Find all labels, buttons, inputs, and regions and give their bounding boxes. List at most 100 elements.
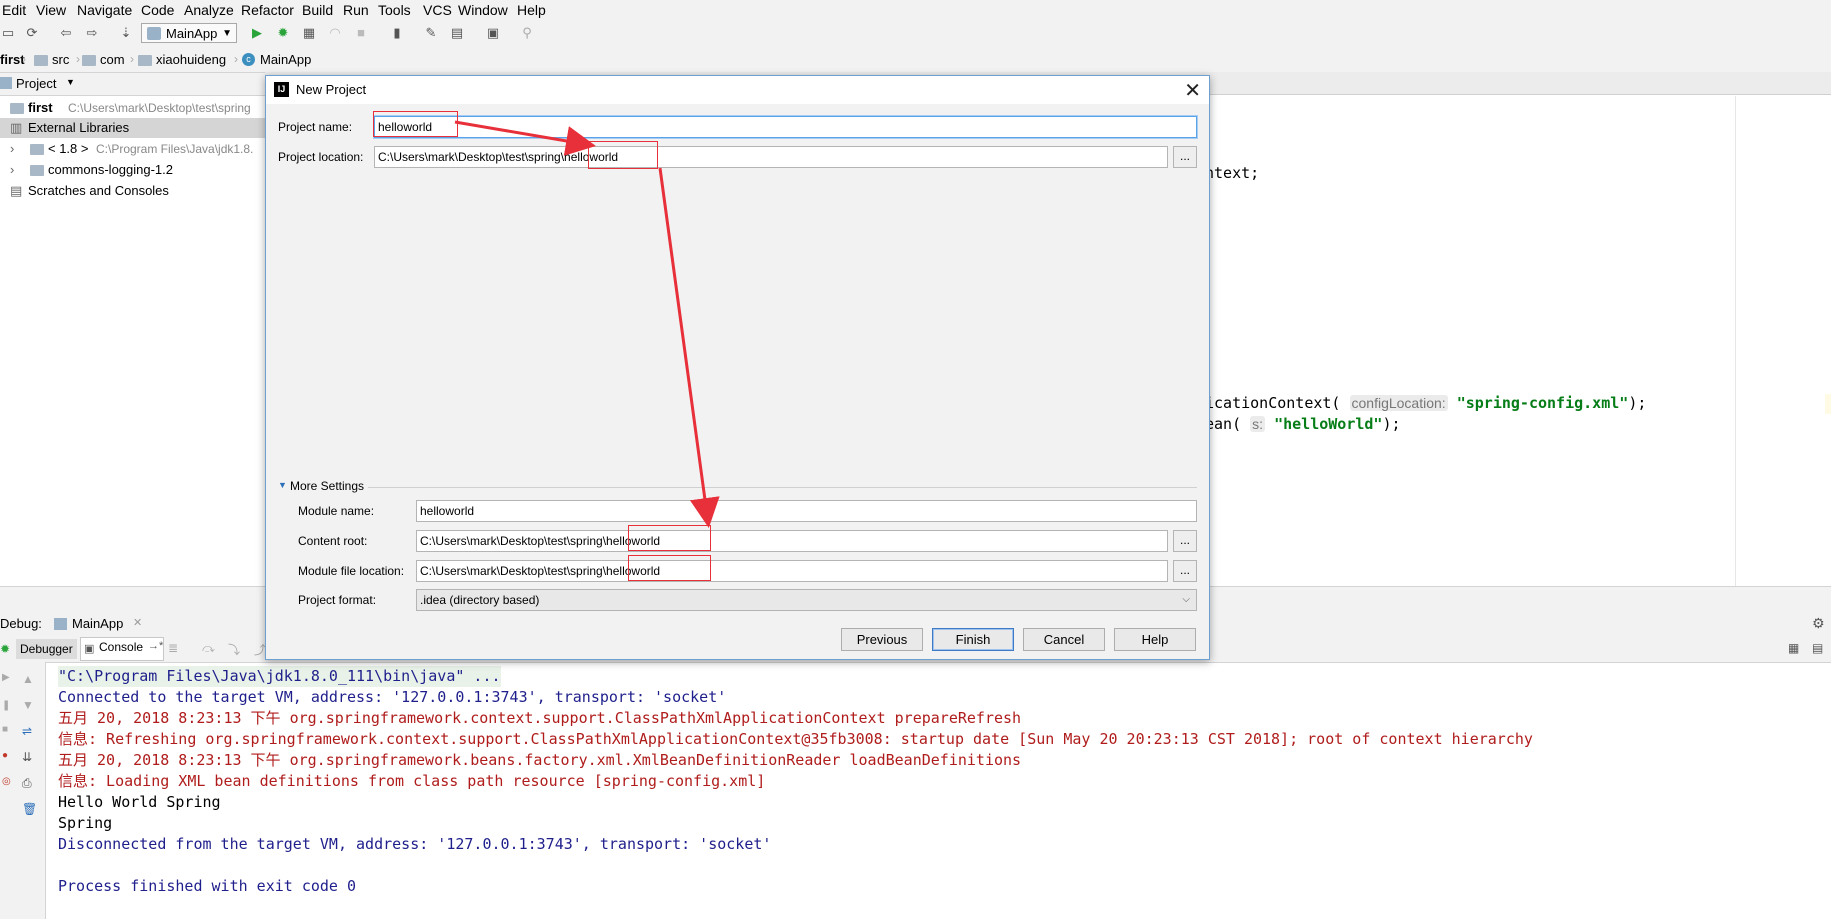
project-panel-title[interactable]: Project xyxy=(16,76,56,91)
folder-icon xyxy=(138,55,152,66)
menu-tools[interactable]: Tools xyxy=(378,2,411,18)
project-location-input[interactable]: C:\Users\mark\Desktop\test\spring\hellow… xyxy=(374,146,1168,168)
more-settings-toggle[interactable]: More Settings xyxy=(290,479,364,493)
finish-button[interactable]: Finish xyxy=(932,628,1014,651)
folder-icon xyxy=(82,55,96,66)
mute-breakpoints-icon[interactable]: ◎ xyxy=(2,776,11,787)
module-file-location-input[interactable]: C:\Users\mark\Desktop\test\spring\hellow… xyxy=(416,560,1168,582)
project-format-label: Project format: xyxy=(298,593,377,607)
coverage-icon[interactable]: ▦ xyxy=(301,25,317,41)
down-icon[interactable]: ▼ xyxy=(22,698,34,712)
breadcrumb-com[interactable]: com xyxy=(100,52,125,67)
content-root-browse-button[interactable]: ... xyxy=(1173,530,1197,552)
resume-icon[interactable]: ▶ xyxy=(2,672,10,683)
chevron-down-icon: ⌵ xyxy=(1182,594,1190,605)
menu-refactor[interactable]: Refactor xyxy=(241,2,294,18)
stop-icon[interactable]: ■ xyxy=(353,25,369,41)
code-text: icationContext( xyxy=(1205,394,1341,412)
close-icon[interactable]: ✕ xyxy=(1184,78,1201,103)
breadcrumb-mainapp[interactable]: MainApp xyxy=(260,52,311,67)
soft-wrap-icon[interactable]: ⇌ xyxy=(22,724,32,738)
debug-side-toolbar: ▲ ▼ ⇌ ⇊ ⎙ 🗑 ▶ ❚ ■ ● ◎ xyxy=(0,662,46,919)
project-structure-icon[interactable]: ▤ xyxy=(449,25,465,41)
help-button[interactable]: Help xyxy=(1114,628,1196,651)
menu-edit[interactable]: Edit xyxy=(2,2,26,18)
menu-view[interactable]: View xyxy=(36,2,66,18)
stop-icon[interactable]: ■ xyxy=(2,724,8,735)
console-icon: ▣ xyxy=(84,643,95,655)
chevron-down-icon[interactable]: ▼ xyxy=(278,480,287,490)
sdk-icon[interactable]: ▣ xyxy=(485,25,501,41)
tree-item-path: C:\Users\mark\Desktop\test\spring xyxy=(68,101,251,115)
breakpoints-icon[interactable]: ● xyxy=(2,750,8,761)
sync-icon[interactable]: ⟳ xyxy=(24,25,40,41)
run-config-icon xyxy=(54,618,67,630)
project-format-value: .idea (directory based) xyxy=(420,593,540,607)
forward-icon[interactable]: ⇨ xyxy=(84,25,100,41)
pin-icon[interactable]: →* xyxy=(148,640,163,652)
menu-window[interactable]: Window xyxy=(458,2,508,18)
breadcrumb-xiaohuideng[interactable]: xiaohuideng xyxy=(156,52,226,67)
scratches-icon: ▤ xyxy=(10,183,23,198)
content-root-input[interactable]: C:\Users\mark\Desktop\test\spring\hellow… xyxy=(416,530,1168,552)
code-text: ); xyxy=(1628,394,1647,412)
back-icon[interactable]: ⇦ xyxy=(58,25,74,41)
menu-run[interactable]: Run xyxy=(343,2,369,18)
tree-item-label: commons-logging-1.2 xyxy=(48,162,174,177)
code-editor[interactable]: ntext; icationContext( configLocation: "… xyxy=(1205,96,1825,586)
folder-icon xyxy=(10,103,24,114)
breadcrumb-first[interactable]: first xyxy=(0,52,25,67)
build-icon[interactable]: ⇣ xyxy=(118,25,134,41)
project-icon xyxy=(0,77,12,89)
print-icon[interactable]: ⎙ xyxy=(22,776,32,791)
tree-item-external-libraries[interactable]: ▥ External Libraries xyxy=(0,118,265,138)
cancel-button[interactable]: Cancel xyxy=(1023,628,1105,651)
vcs-update-icon[interactable]: ▮ xyxy=(389,25,405,41)
close-icon[interactable]: ✕ xyxy=(133,616,142,629)
menu-build[interactable]: Build xyxy=(302,2,333,18)
step-into-icon[interactable]: ⤵ xyxy=(228,641,240,658)
gear-icon[interactable]: ⚙ xyxy=(1812,615,1825,632)
frames-icon[interactable]: ≣ xyxy=(168,641,178,655)
search-everywhere-icon[interactable]: ⚲ xyxy=(519,25,535,41)
breadcrumb-src[interactable]: src xyxy=(52,52,69,67)
project-panel-header: Project ▼ xyxy=(0,73,265,96)
param-hint: s: xyxy=(1250,416,1266,432)
project-location-browse-button[interactable]: ... xyxy=(1173,146,1197,168)
tree-item-label: < 1.8 > xyxy=(48,141,89,156)
rerun-icon[interactable]: ✹ xyxy=(0,642,10,656)
menu-code[interactable]: Code xyxy=(141,2,174,18)
layout-icon[interactable]: ▦ xyxy=(1788,641,1799,655)
scroll-end-icon[interactable]: ⇊ xyxy=(22,750,32,764)
module-name-input[interactable]: helloworld xyxy=(416,500,1197,522)
menu-help[interactable]: Help xyxy=(517,2,546,18)
run-config-select[interactable]: MainApp ▼ xyxy=(141,23,237,43)
run-icon[interactable]: ▶ xyxy=(249,25,265,41)
project-format-select[interactable]: .idea (directory based) ⌵ xyxy=(416,589,1197,611)
debug-session-tab[interactable]: MainApp xyxy=(72,616,123,631)
tab-console[interactable]: Console xyxy=(99,640,143,654)
debug-icon[interactable]: ✹ xyxy=(275,25,291,41)
tab-debugger[interactable]: Debugger xyxy=(16,639,77,659)
pause-icon[interactable]: ❚ xyxy=(2,700,10,711)
restore-layout-icon[interactable]: ▤ xyxy=(1812,641,1823,655)
step-over-icon[interactable]: ⤼ xyxy=(202,641,215,656)
menu-vcs[interactable]: VCS xyxy=(423,2,452,18)
previous-button[interactable]: Previous xyxy=(841,628,923,651)
project-name-input[interactable]: helloworld xyxy=(374,116,1197,138)
trash-icon[interactable]: 🗑 xyxy=(22,802,37,816)
menu-navigate[interactable]: Navigate xyxy=(77,2,132,18)
console-output[interactable]: "C:\Program Files\Java\jdk1.8.0_111\bin\… xyxy=(46,666,1831,919)
chevron-right-icon: › xyxy=(234,52,238,66)
save-icon[interactable]: ▭ xyxy=(0,25,16,41)
profile-icon[interactable]: ◠ xyxy=(327,25,343,41)
up-icon[interactable]: ▲ xyxy=(22,672,34,686)
content-root-label: Content root: xyxy=(298,534,368,548)
menu-analyze[interactable]: Analyze xyxy=(184,2,234,18)
console-line: 信息: Refreshing org.springframework.conte… xyxy=(58,730,1533,748)
settings-icon[interactable]: ✎ xyxy=(423,25,439,41)
module-file-location-browse-button[interactable]: ... xyxy=(1173,560,1197,582)
console-line: 五月 20, 2018 8:23:13 下午 org.springframewo… xyxy=(58,709,1022,727)
tree-item-label: first xyxy=(28,100,53,115)
chevron-down-icon[interactable]: ▼ xyxy=(66,77,75,87)
